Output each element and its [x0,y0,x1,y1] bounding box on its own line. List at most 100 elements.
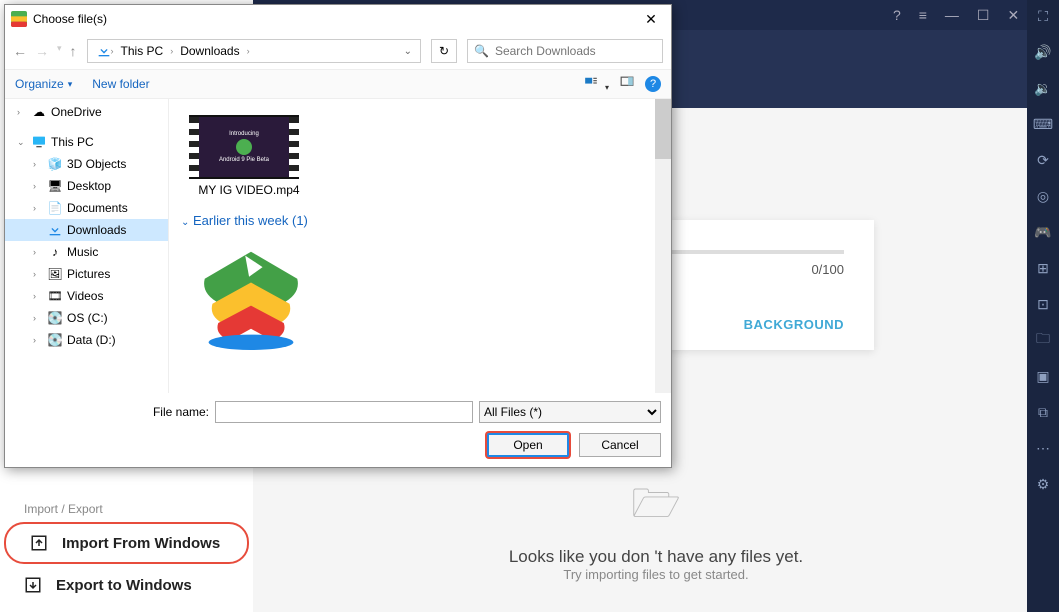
cube-icon: 🧊 [47,156,63,172]
drive-icon: 💽 [47,332,63,348]
drive-icon: 💽 [47,310,63,326]
videos-icon: 🎞 [47,288,63,304]
apk-icon[interactable]: ▣ [1033,366,1053,386]
preview-pane-button[interactable] [619,76,635,93]
emulator-toolbar: ⛶ 🔊 🔉 ⌨ ⟳ ◎ 🎮 ⊞ ⊡ 🗀 ▣ ⧉ ⋯ ⚙ [1027,0,1059,612]
dialog-footer: File name: All Files (*) Open Cancel [5,393,671,467]
keyboard-icon[interactable]: ⌨ [1033,114,1053,134]
scrollbar-thumb[interactable] [655,99,671,159]
close-icon[interactable]: ✕ [1007,7,1019,24]
import-from-windows-button[interactable]: Import From Windows [4,522,249,564]
group-header-earlier[interactable]: ⌄ Earlier this week (1) [181,213,659,228]
search-input[interactable] [495,44,656,58]
app-icon [11,11,27,27]
tree-videos[interactable]: ›🎞Videos [5,285,168,307]
folder-tree: › ☁ OneDrive ⌄ This PC ›🧊3D Objects ›🖥De… [5,99,169,393]
minimize-icon[interactable]: — [945,7,959,23]
filename-input[interactable] [215,401,473,423]
help-button[interactable]: ? [645,76,661,92]
pictures-icon: 🖼 [47,266,63,282]
empty-subtitle: Try importing files to get started. [253,567,1059,582]
gamepad-icon[interactable]: 🎮 [1033,222,1053,242]
tree-desktop[interactable]: ›🖥Desktop [5,175,168,197]
chevron-down-icon: ⌄ [17,137,27,148]
breadcrumb-root[interactable]: This PC [117,44,168,58]
open-button[interactable]: Open [487,433,569,457]
devtools-icon[interactable]: ⧉ [1033,402,1053,422]
help-icon[interactable]: ? [893,7,901,23]
export-to-windows-button[interactable]: Export to Windows [0,566,253,604]
tree-downloads[interactable]: Downloads [5,219,168,241]
folder-open-icon: 🗁 [253,475,1059,543]
nav-bar: ← → ▾ ↑ › This PC › Downloads › ⌄ ↻ 🔍 [5,33,671,69]
shake-icon[interactable]: ⊞ [1033,258,1053,278]
location-icon[interactable]: ◎ [1033,186,1053,206]
organize-menu[interactable]: Organize ▾ [15,77,72,91]
breadcrumb[interactable]: › This PC › Downloads › ⌄ [87,39,421,63]
tree-drive-d[interactable]: ›💽Data (D:) [5,329,168,351]
tree-pictures[interactable]: ›🖼Pictures [5,263,168,285]
chevron-down-icon: ⌄ [181,217,189,228]
settings-icon[interactable]: ⚙ [1033,474,1053,494]
fullscreen-icon[interactable]: ⛶ [1033,6,1053,26]
export-icon [24,576,42,594]
tree-3d-objects[interactable]: ›🧊3D Objects [5,153,168,175]
up-button[interactable]: ↑ [70,43,77,59]
downloads-icon [92,43,108,59]
tree-drive-c[interactable]: ›💽OS (C:) [5,307,168,329]
import-label: Import From Windows [62,535,220,552]
search-icon: 🔍 [474,44,489,58]
file-item-video[interactable]: Introducing Android 9 Pie Beta MY IG VID… [189,115,309,197]
rotate-icon[interactable]: ⟳ [1033,150,1053,170]
music-icon: ♪ [47,244,63,260]
view-mode-button[interactable]: ▾ [583,76,609,93]
empty-title: Looks like you don 't have any files yet… [253,547,1059,567]
file-list[interactable]: Introducing Android 9 Pie Beta MY IG VID… [169,99,671,393]
recent-dropdown[interactable]: ▾ [57,43,62,59]
downloads-icon [47,222,63,238]
chevron-right-icon: › [246,46,251,56]
sidebar-section-header: Import / Export [0,498,253,520]
video-thumbnail: Introducing Android 9 Pie Beta [189,115,299,179]
new-folder-button[interactable]: New folder [92,77,149,91]
pc-icon [31,134,47,150]
breadcrumb-folder[interactable]: Downloads [176,44,243,58]
filetype-filter[interactable]: All Files (*) [479,401,661,423]
chevron-right-icon: › [110,46,115,56]
filename-label: File name: [147,405,209,419]
file-name-label: MY IG VIDEO.mp4 [189,183,309,197]
document-icon: 📄 [47,200,63,216]
more-icon[interactable]: ⋯ [1033,438,1053,458]
file-item-bluestacks[interactable] [189,240,309,354]
tree-documents[interactable]: ›📄Documents [5,197,168,219]
import-icon [30,534,48,552]
export-label: Export to Windows [56,577,192,594]
volume-down-icon[interactable]: 🔉 [1033,78,1053,98]
folder-icon[interactable]: 🗀 [1033,330,1053,350]
dialog-titlebar: Choose file(s) ✕ [5,5,671,33]
empty-state: 🗁 Looks like you don 't have any files y… [253,475,1059,582]
cloud-icon: ☁ [31,104,47,120]
search-box[interactable]: 🔍 [467,39,663,63]
breadcrumb-dropdown[interactable]: ⌄ [400,46,416,57]
refresh-button[interactable]: ↻ [431,39,457,63]
camera-icon[interactable]: ⊡ [1033,294,1053,314]
dialog-close-button[interactable]: ✕ [637,11,665,28]
back-button[interactable]: ← [13,43,27,59]
scrollbar[interactable] [655,99,671,393]
tree-this-pc[interactable]: ⌄ This PC [5,131,168,153]
maximize-icon[interactable]: ☐ [977,7,990,24]
cancel-button[interactable]: Cancel [579,433,661,457]
volume-up-icon[interactable]: 🔊 [1033,42,1053,62]
menu-icon[interactable]: ≡ [919,7,927,23]
forward-button[interactable]: → [35,43,49,59]
dialog-title: Choose file(s) [33,12,637,26]
tree-music[interactable]: ›♪Music [5,241,168,263]
tree-onedrive[interactable]: › ☁ OneDrive [5,101,168,123]
desktop-icon: 🖥 [47,178,63,194]
chevron-right-icon: › [17,107,27,117]
bluestacks-logo-icon [193,244,309,350]
file-chooser-dialog: Choose file(s) ✕ ← → ▾ ↑ › This PC › Dow… [4,4,672,468]
chevron-down-icon: ▾ [68,79,73,90]
nav-arrows: ← → ▾ ↑ [13,43,77,59]
